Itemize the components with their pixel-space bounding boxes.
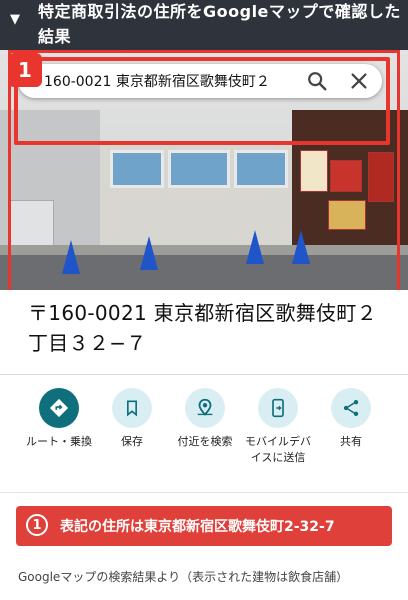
nearby-search-label: 付近を検索 — [177, 435, 233, 448]
finding-callout: 1 表記の住所は東京都新宿区歌舞伎町2-32-7 — [16, 506, 392, 546]
place-actions-row: ルート・乗換 保存 付近を検索 モバイルデバイスに送信 共有 — [0, 388, 408, 488]
nearby-search-icon — [185, 388, 225, 428]
place-address-panel: 〒160-0021 東京都新宿区歌舞伎町２丁目３２−７ — [0, 290, 408, 370]
directions-button[interactable]: ルート・乗換 — [23, 388, 95, 450]
image-caption: Googleマップの検索結果より（表示された建物は飲食店舗） — [18, 570, 349, 584]
callout-text: 表記の住所は東京都新宿区歌舞伎町2-32-7 — [60, 519, 335, 535]
section-title: 特定商取引法の住所をGoogleマップで確認した結果 — [38, 2, 401, 46]
directions-icon — [39, 388, 79, 428]
divider — [0, 492, 408, 493]
annotation-badge: 1 — [8, 53, 42, 87]
section-header[interactable]: ▼ 特定商取引法の住所をGoogleマップで確認した結果 — [0, 0, 408, 50]
share-icon — [331, 388, 371, 428]
directions-label: ルート・乗換 — [26, 435, 92, 448]
save-button[interactable]: 保存 — [96, 388, 168, 450]
send-to-phone-icon — [258, 388, 298, 428]
place-address: 〒160-0021 東京都新宿区歌舞伎町２丁目３２−７ — [28, 301, 377, 355]
share-label: 共有 — [340, 435, 362, 448]
callout-number: 1 — [26, 514, 48, 536]
triangle-down-icon[interactable]: ▼ — [10, 12, 20, 27]
share-button[interactable]: 共有 — [315, 388, 387, 450]
send-to-device-label: モバイルデバイスに送信 — [245, 435, 311, 464]
save-label: 保存 — [121, 435, 143, 448]
bookmark-icon — [112, 388, 152, 428]
nearby-search-button[interactable]: 付近を検索 — [169, 388, 241, 450]
divider — [0, 374, 408, 375]
send-to-device-button[interactable]: モバイルデバイスに送信 — [242, 388, 314, 466]
